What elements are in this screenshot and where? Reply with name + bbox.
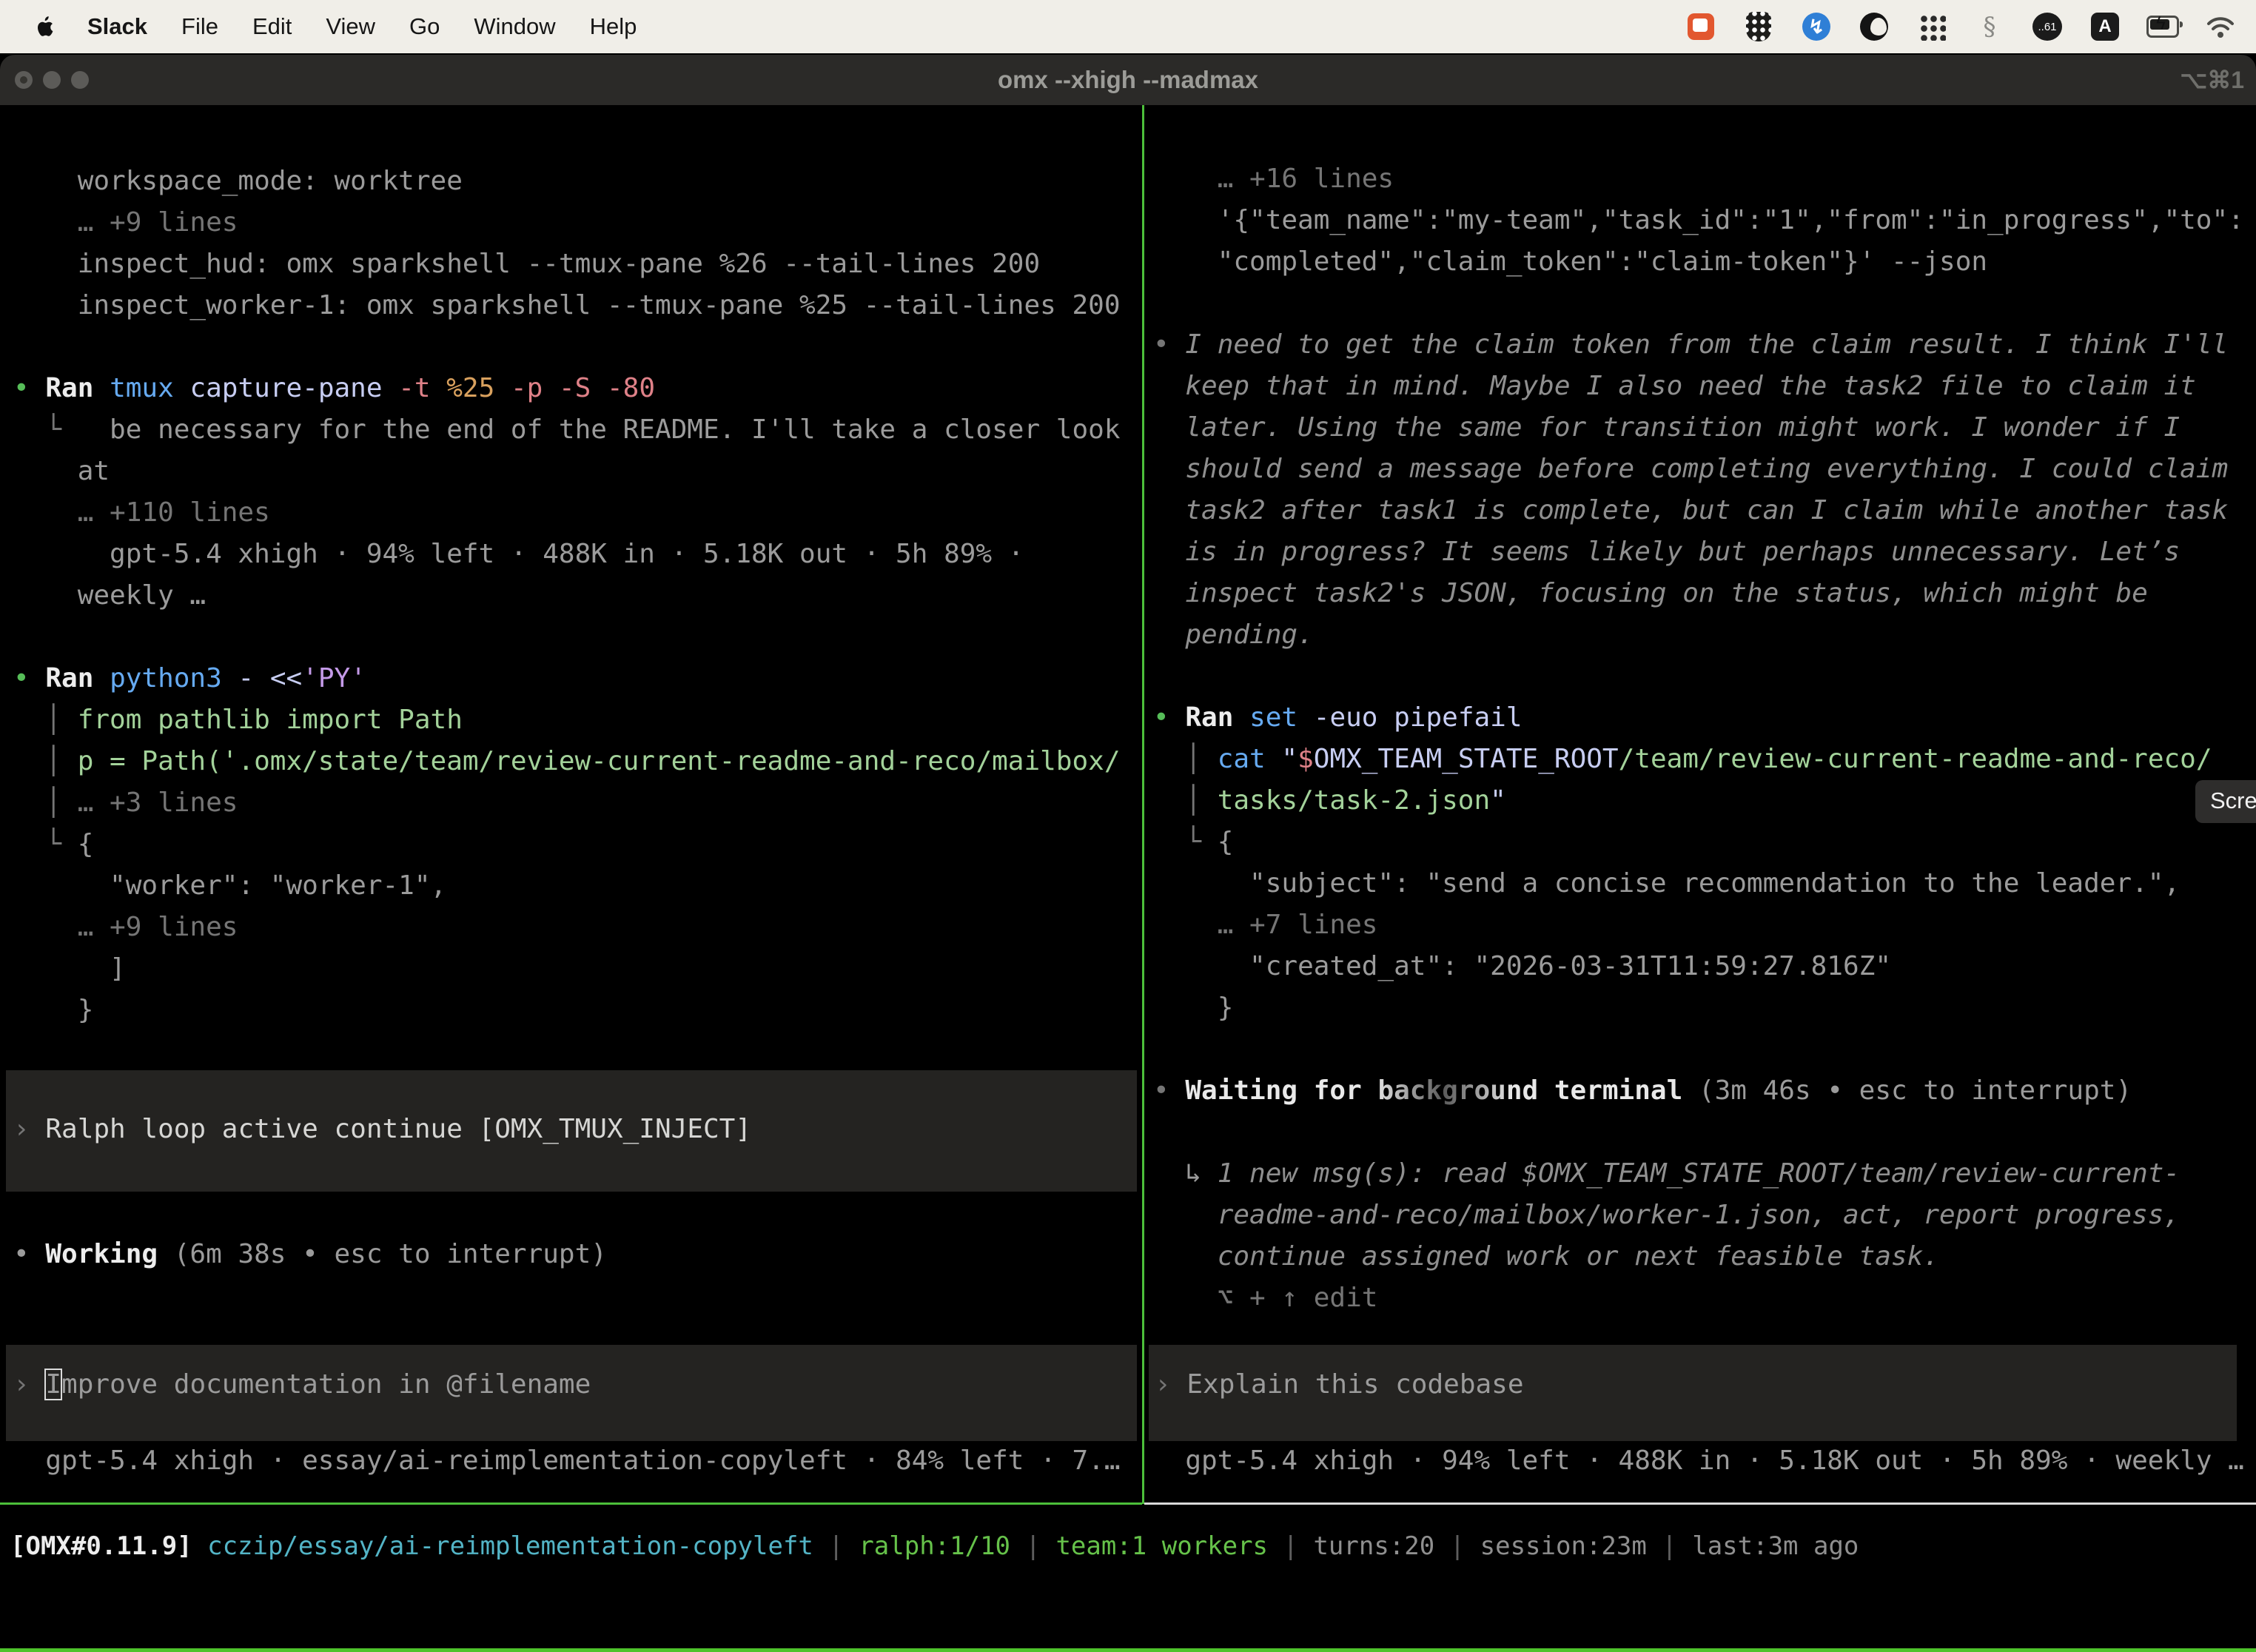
left-pane-status-line: gpt-5.4 xhigh · essay/ai-reimplementatio… [13,1440,1121,1482]
right-pane-status-line: gpt-5.4 xhigh · 94% left · 488K in · 5.1… [1153,1440,2244,1482]
menu-file[interactable]: File [181,13,218,40]
terminal-line: gpt-5.4 xhigh · 94% left · 488K in · 5.1… [13,534,1140,575]
terminal-line: • Ran python3 - <<'PY' [13,658,1140,699]
window-title: omx --xhigh --madmax [0,55,2256,105]
terminal-line: task2 after task1 is complete, but can I… [1153,490,2256,531]
terminal-line: … +9 lines [13,202,1140,244]
terminal-line: } [13,990,1140,1031]
menu-help[interactable]: Help [590,13,637,40]
tmux-status-bar: [omx-cczip0:bash* "MacBook-Pro-44.local"… [0,1648,2256,1652]
window-shortcut-badge: ⌥⌘1 [2180,55,2244,105]
menu-view[interactable]: View [326,13,375,40]
dots-grid-icon[interactable] [1916,10,1948,43]
terminal-line: pending. [1153,614,2256,656]
working-status: • Working (6m 38s • esc to interrupt) [13,1234,607,1275]
right-prompt-input[interactable]: › Explain this codebase [1149,1345,2237,1441]
input-source-icon[interactable]: A [2089,10,2121,43]
terminal-line: readme-and-reco/mailbox/worker-1.json, a… [1153,1195,2256,1236]
omx-status-line: [OMX#0.11.9] cczip/essay/ai-reimplementa… [10,1525,1859,1567]
terminal-line: "subject": "send a concise recommendatio… [1153,863,2256,904]
screen-tooltip: Scre [2195,780,2256,823]
terminal-line: inspect task2's JSON, focusing on the st… [1153,573,2256,614]
terminal-line: should send a message before completing … [1153,449,2256,490]
terminal-line: ↳ 1 new msg(s): read $OMX_TEAM_STATE_ROO… [1153,1153,2256,1195]
terminal-line: › Improve documentation in @filename [13,1364,1137,1406]
terminal-line [1153,656,2256,697]
terminal-line: is in progress? It seems likely but perh… [1153,531,2256,573]
usage-badge-icon[interactable]: ..61 [2031,10,2064,43]
apple-menu-icon[interactable] [33,12,58,41]
right-pane-bottom-border [1144,1502,2256,1505]
menu-edit[interactable]: Edit [252,13,292,40]
terminal-line: └ be necessary for the end of the README… [13,409,1140,451]
terminal-content: workspace_mode: worktree … +9 lines insp… [0,105,2256,1652]
terminal-line: │ … +3 lines [13,782,1140,824]
terminal-line: └ { [13,824,1140,865]
terminal-line: │ p = Path('.omx/state/team/review-curre… [13,741,1140,782]
terminal-line: keep that in mind. Maybe I also need the… [1153,366,2256,407]
terminal-line: │ from pathlib import Path [13,699,1140,741]
menu-bar: Slack File Edit View Go Window Help ↯ § … [0,0,2256,53]
left-pane-output: workspace_mode: worktree … +9 lines insp… [0,161,1140,1031]
left-prompt-input[interactable]: › Improve documentation in @filename [6,1345,1137,1441]
terminal-line: • I need to get the claim token from the… [1153,324,2256,366]
terminal-line: • Ran tmux capture-pane -t %25 -p -S -80 [13,368,1140,409]
slack-notification-icon[interactable] [1685,10,1717,43]
crescent-logo-icon[interactable] [1858,10,1890,43]
menu-app-slack[interactable]: Slack [87,13,147,40]
tmux-host-clock: "MacBook-Pro-44.local" 05:03 31-Mar-26 [1640,1648,2250,1652]
pane-divider[interactable] [1142,105,1144,1504]
terminal-line: "worker": "worker-1", [13,865,1140,907]
terminal-line: … +110 lines [13,492,1140,534]
terminal-line: [OMX#0.11.9] cczip/essay/ai-reimplementa… [10,1525,1859,1567]
wifi-icon[interactable] [2204,10,2237,43]
terminal-line: • Waiting for background terminal (3m 46… [1153,1070,2256,1112]
battery-icon[interactable]: ϟ [2146,10,2179,43]
terminal-line [1153,283,2256,324]
squiggle-icon[interactable]: § [1973,10,2006,43]
right-pane-output: … +16 lines '{"team_name":"my-team","tas… [1147,158,2256,1319]
left-pane-bottom-border [0,1502,1142,1505]
terminal-line: │ tasks/task-2.json" [1153,780,2256,822]
terminal-line [1153,1112,2256,1153]
terminal-line: › Ralph loop active continue [OMX_TMUX_I… [13,1109,1137,1150]
terminal-line: "created_at": "2026-03-31T11:59:27.816Z" [1153,946,2256,987]
inject-banner: › Ralph loop active continue [OMX_TMUX_I… [6,1070,1137,1192]
terminal-line: continue assigned work or next feasible … [1153,1236,2256,1277]
terminal-line: later. Using the same for transition mig… [1153,407,2256,449]
terminal-window: omx --xhigh --madmax ⌥⌘1 workspace_mode:… [0,55,2256,1652]
terminal-line: inspect_hud: omx sparkshell --tmux-pane … [13,244,1140,285]
terminal-line: › Explain this codebase [1155,1364,2237,1406]
terminal-line: … +9 lines [13,907,1140,948]
tmux-session-label[interactable]: [omx-cczip0:bash* [7,1648,280,1652]
menu-window[interactable]: Window [474,13,555,40]
terminal-line [13,326,1140,368]
terminal-line [1153,1029,2256,1070]
terminal-line: "completed","claim_token":"claim-token"}… [1153,241,2256,283]
terminal-line: • Working (6m 38s • esc to interrupt) [13,1234,607,1275]
terminal-line: weekly … [13,575,1140,617]
terminal-line: gpt-5.4 xhigh · essay/ai-reimplementatio… [13,1440,1121,1482]
blue-badge-icon[interactable]: ↯ [1800,10,1833,43]
terminal-line: } [1153,987,2256,1029]
screen: Slack File Edit View Go Window Help ↯ § … [0,0,2256,1652]
terminal-line: … +7 lines [1153,904,2256,946]
terminal-line: workspace_mode: worktree [13,161,1140,202]
terminal-line: ⌥ + ↑ edit [1153,1277,2256,1319]
terminal-line: ] [13,948,1140,990]
terminal-line: │ cat "$OMX_TEAM_STATE_ROOT/team/review-… [1153,739,2256,780]
terminal-line: inspect_worker-1: omx sparkshell --tmux-… [13,285,1140,326]
menu-go[interactable]: Go [409,13,440,40]
terminal-line [13,617,1140,658]
terminal-line: gpt-5.4 xhigh · 94% left · 488K in · 5.1… [1153,1440,2244,1482]
title-bar: omx --xhigh --madmax ⌥⌘1 [0,55,2256,107]
grid-shield-icon[interactable] [1742,10,1775,43]
terminal-line: at [13,451,1140,492]
terminal-line: └ { [1153,822,2256,863]
terminal-line: • Ran set -euo pipefail [1153,697,2256,739]
terminal-line: '{"team_name":"my-team","task_id":"1","f… [1153,200,2256,241]
menu-bar-status-icons: ↯ § ..61 A ϟ [1685,0,2237,53]
terminal-line: … +16 lines [1153,158,2256,200]
